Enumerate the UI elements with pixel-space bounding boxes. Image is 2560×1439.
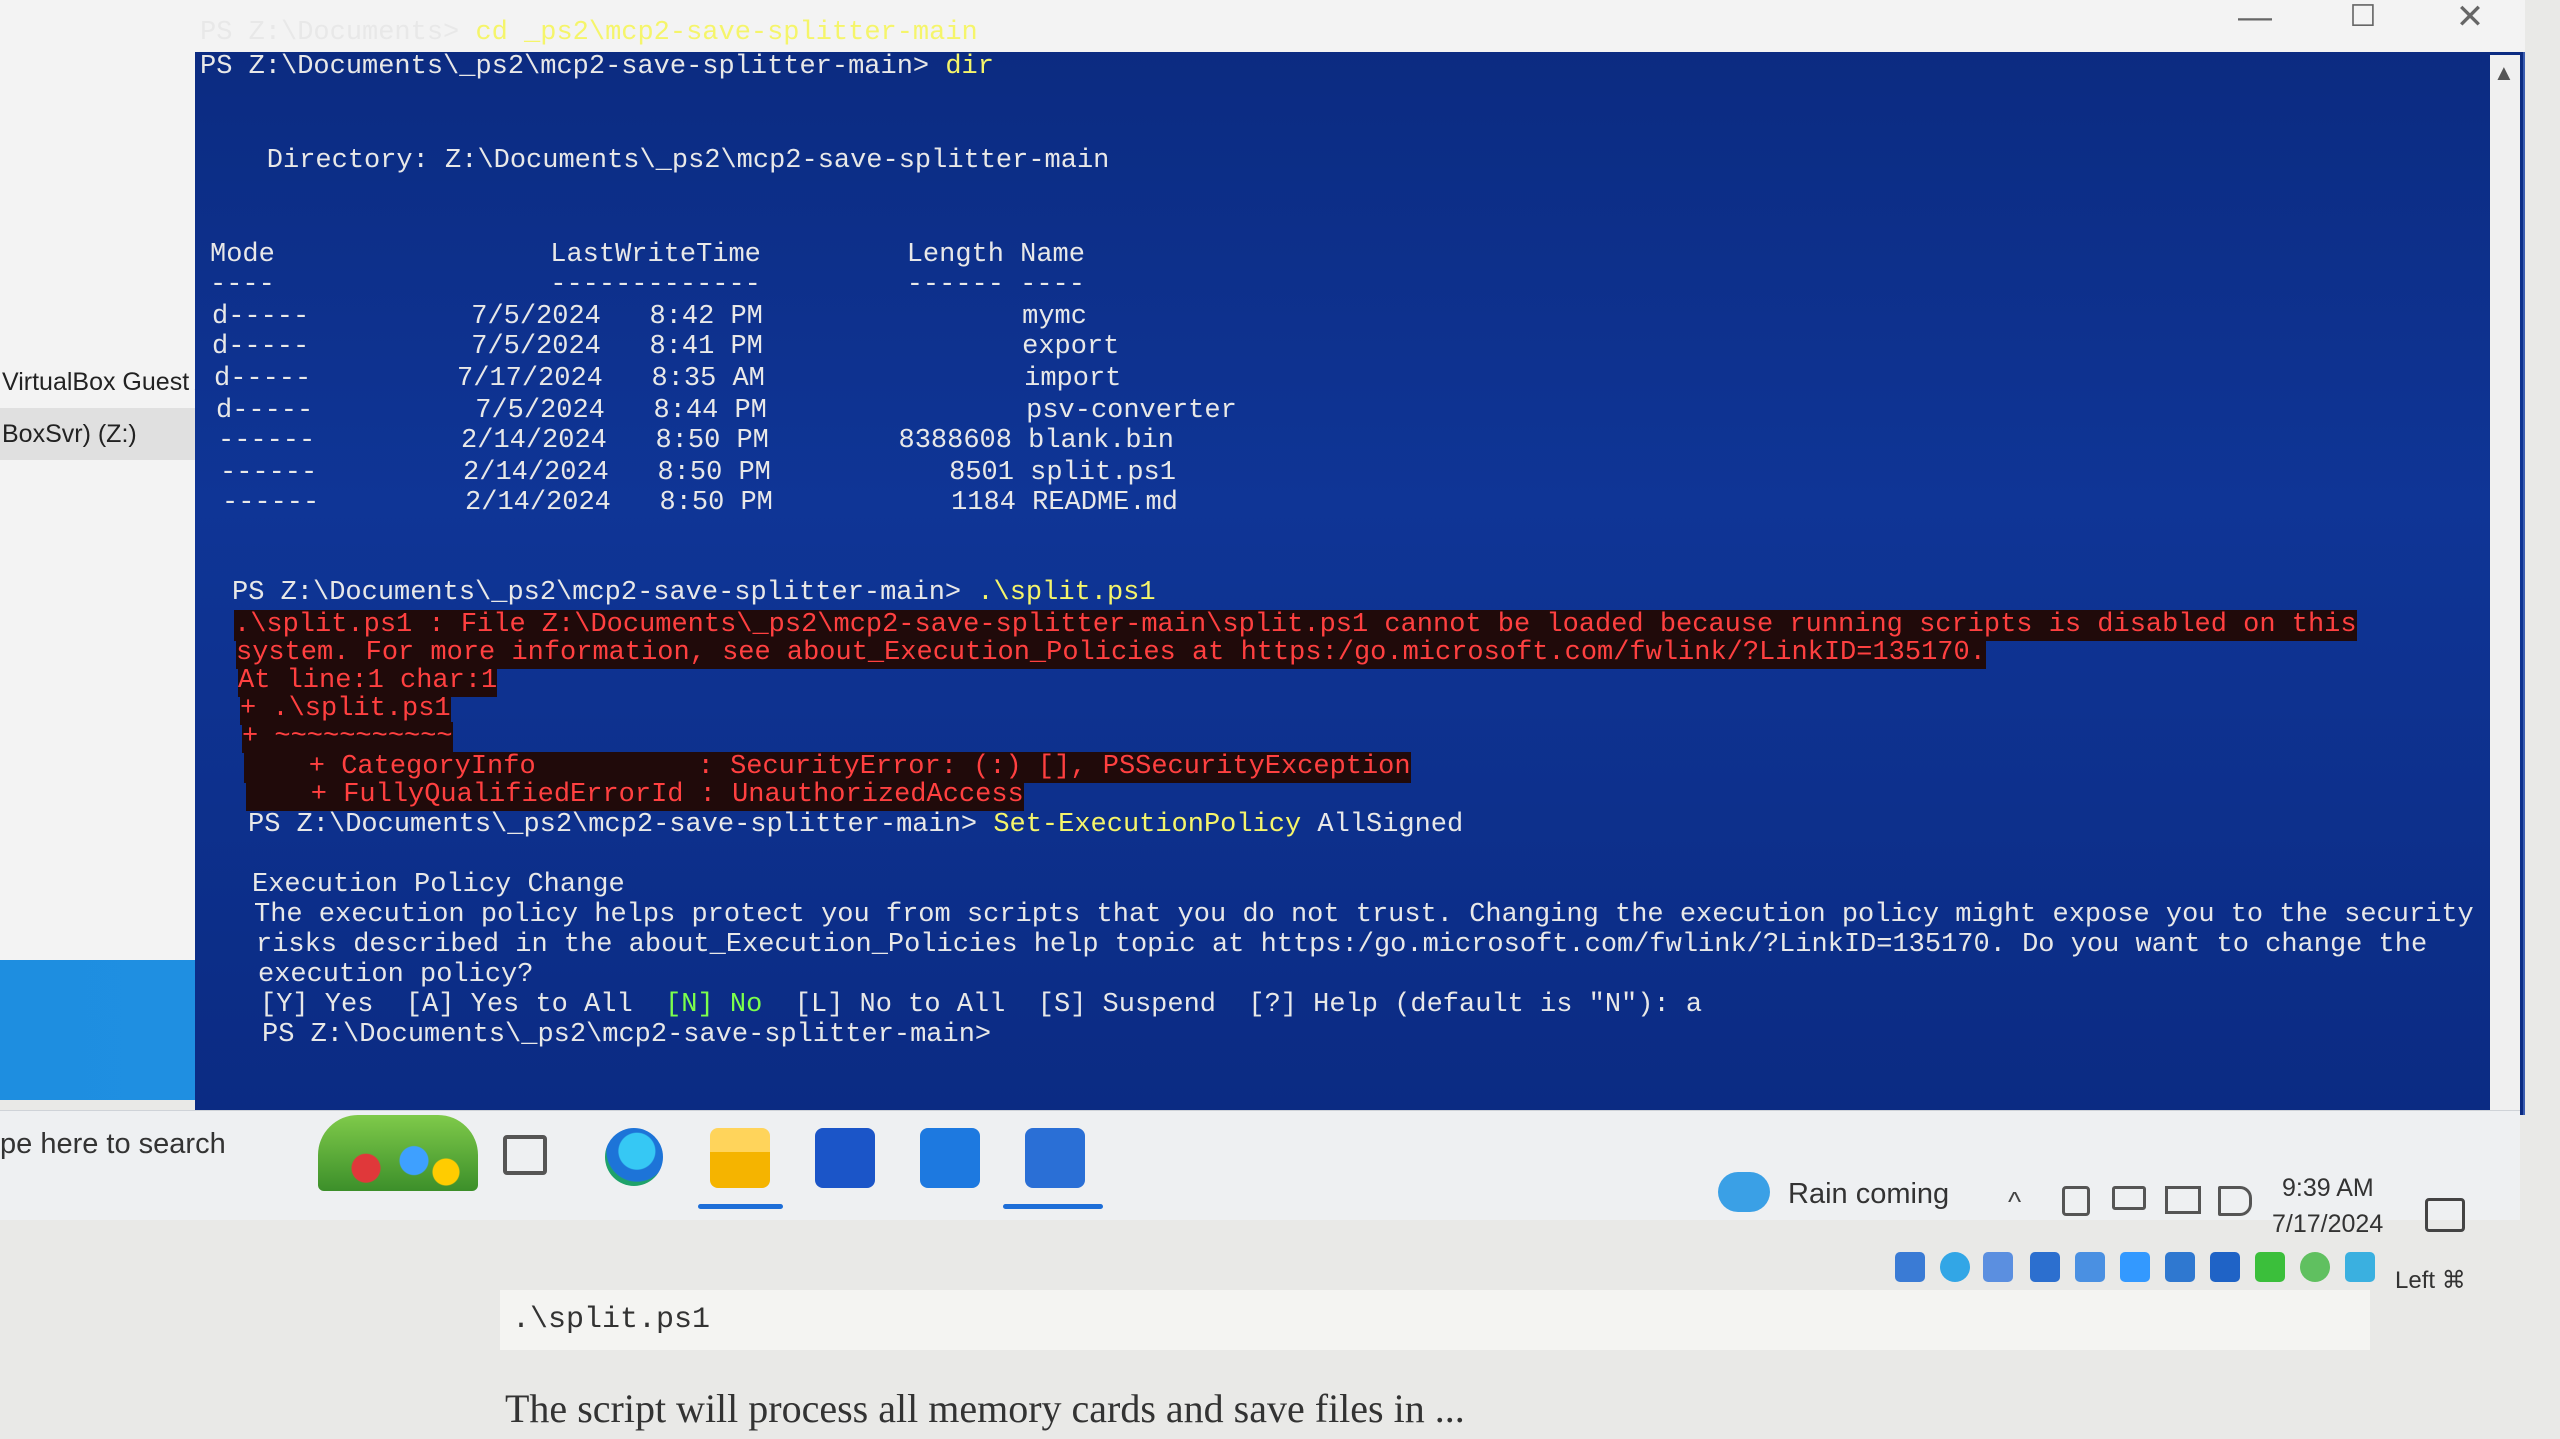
console-line: risks described in the about_Execution_P… bbox=[256, 930, 2428, 960]
meet-now-icon[interactable] bbox=[2062, 1186, 2090, 1216]
scroll-up-icon[interactable]: ▲ bbox=[2493, 60, 2515, 86]
console-line: Execution Policy Change bbox=[252, 870, 625, 900]
tray-app-icon[interactable] bbox=[2075, 1252, 2105, 1282]
close-button[interactable]: ✕ bbox=[2420, 0, 2520, 40]
powershell-active-indicator bbox=[1003, 1204, 1103, 1209]
console-line: d----- 7/5/2024 8:41 PM export bbox=[212, 332, 1120, 362]
console-line: Directory: Z:\Documents\_ps2\mcp2-save-s… bbox=[202, 146, 1110, 176]
error-line: system. For more information, see about_… bbox=[236, 638, 1986, 669]
tray-overflow-icon[interactable]: ^ bbox=[2008, 1186, 2021, 1218]
console-line: [Y] Yes [A] Yes to All [N] No [L] No to … bbox=[260, 990, 1703, 1020]
console-line: PS Z:\Documents\_ps2\mcp2-save-splitter-… bbox=[248, 810, 1464, 840]
document-code-block: .\split.ps1 bbox=[500, 1290, 2370, 1350]
battery-icon[interactable] bbox=[2112, 1186, 2146, 1210]
tray-app-icon[interactable] bbox=[1983, 1252, 2013, 1282]
tray-app-icon[interactable] bbox=[2120, 1252, 2150, 1282]
file-explorer-icon[interactable] bbox=[710, 1128, 770, 1188]
error-line: + CategoryInfo : SecurityError: (:) [], … bbox=[244, 752, 1411, 783]
console-line: ---- ------------- ------ ---- bbox=[210, 270, 1085, 300]
explorer-active-indicator bbox=[698, 1204, 783, 1209]
search-highlight-image bbox=[318, 1115, 478, 1191]
console-output[interactable]: PS Z:\Documents> cd _ps2\mcp2-save-split… bbox=[200, 18, 2474, 1098]
console-line: PS Z:\Documents\_ps2\mcp2-save-splitter-… bbox=[200, 52, 994, 82]
tray-app-icon[interactable] bbox=[2030, 1252, 2060, 1282]
document-paragraph: The script will process all memory cards… bbox=[505, 1386, 1465, 1431]
error-line: .\split.ps1 : File Z:\Documents\_ps2\mcp… bbox=[234, 610, 2357, 641]
volume-icon[interactable] bbox=[2218, 1186, 2252, 1216]
weather-icon[interactable] bbox=[1718, 1172, 1770, 1212]
console-line: ------ 2/14/2024 8:50 PM 1184 README.md bbox=[222, 488, 1178, 518]
console-line: PS Z:\Documents\_ps2\mcp2-save-splitter-… bbox=[262, 1020, 992, 1050]
console-line: ------ 2/14/2024 8:50 PM 8501 split.ps1 bbox=[220, 458, 1176, 488]
network-icon[interactable] bbox=[2165, 1186, 2201, 1214]
vertical-scrollbar[interactable] bbox=[2490, 55, 2520, 1115]
error-line: + .\split.ps1 bbox=[240, 694, 451, 725]
tray-app-icon[interactable] bbox=[1940, 1252, 1970, 1282]
powershell-icon[interactable] bbox=[1025, 1128, 1085, 1188]
tray-app-icon[interactable] bbox=[2345, 1252, 2375, 1282]
microsoft-store-icon[interactable] bbox=[815, 1128, 875, 1188]
console-line: d----- 7/17/2024 8:35 AM import bbox=[214, 364, 1122, 394]
console-line: PS Z:\Documents> cd _ps2\mcp2-save-split… bbox=[200, 18, 978, 48]
edge-browser-icon[interactable] bbox=[605, 1128, 663, 1186]
clock-time[interactable]: 9:39 AM bbox=[2282, 1174, 2374, 1203]
console-line: execution policy? bbox=[258, 960, 534, 990]
weather-text[interactable]: Rain coming bbox=[1788, 1178, 1949, 1211]
keyboard-layout-indicator[interactable]: Left ⌘ bbox=[2395, 1266, 2466, 1295]
error-line: + FullyQualifiedErrorId : UnauthorizedAc… bbox=[246, 780, 1024, 811]
console-line: The execution policy helps protect you f… bbox=[254, 900, 2474, 930]
console-line: ------ 2/14/2024 8:50 PM 8388608 blank.b… bbox=[218, 426, 1174, 456]
console-line: Mode LastWriteTime Length Name bbox=[210, 240, 1085, 270]
console-line: PS Z:\Documents\_ps2\mcp2-save-splitter-… bbox=[232, 578, 1156, 608]
error-line: + ~~~~~~~~~~~ bbox=[242, 722, 453, 753]
mail-icon[interactable] bbox=[920, 1128, 980, 1188]
console-line: d----- 7/5/2024 8:44 PM psv-converter bbox=[216, 396, 1237, 426]
task-view-icon[interactable] bbox=[503, 1135, 547, 1175]
error-line: At line:1 char:1 bbox=[238, 666, 498, 697]
tray-app-icon[interactable] bbox=[2165, 1252, 2195, 1282]
console-line: d----- 7/5/2024 8:42 PM mymc bbox=[212, 302, 1087, 332]
tray-app-icon[interactable] bbox=[2210, 1252, 2240, 1282]
taskbar-search-input[interactable]: pe here to search bbox=[0, 1118, 310, 1170]
tray-app-icon[interactable] bbox=[2255, 1252, 2285, 1282]
notifications-icon[interactable] bbox=[2425, 1198, 2465, 1232]
tray-app-icon[interactable] bbox=[2300, 1252, 2330, 1282]
tray-app-icon[interactable] bbox=[1895, 1252, 1925, 1282]
clock-date[interactable]: 7/17/2024 bbox=[2272, 1210, 2383, 1239]
